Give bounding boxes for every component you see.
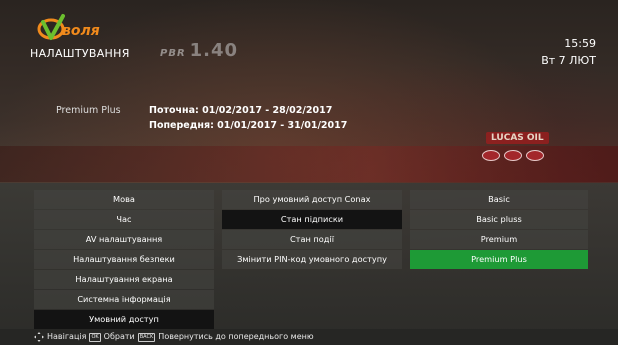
submenu-item-subscription-status[interactable]: Стан підписки	[222, 210, 402, 229]
package-list: Basic Basic pluss Premium Premium Plus	[410, 190, 588, 270]
settings-screen: LUCAS OIL воля НАЛАШТУВАННЯ PBR 1.40 15:5…	[0, 0, 618, 345]
footer-select-label: Обрати	[103, 332, 135, 341]
background-sponsor-banner: LUCAS OIL	[486, 132, 549, 144]
clock-time: 15:59	[564, 37, 596, 50]
menu-item-screen-settings[interactable]: Налаштування екрана	[34, 270, 214, 289]
current-period: Поточна: 01/02/2017 - 28/02/2017	[149, 105, 333, 116]
footer-back-label: Повернутись до попереднього меню	[158, 332, 314, 341]
main-menu: Мова Час AV налаштування Налаштування бе…	[34, 190, 214, 330]
menu-item-security[interactable]: Налаштування безпеки	[34, 250, 214, 269]
footer-hint-bar: Навігація OK Обрати BACK Повернутись до …	[0, 329, 618, 345]
page-title: НАЛАШТУВАННЯ	[30, 47, 130, 60]
submenu-item-event-status[interactable]: Стан події	[222, 230, 402, 249]
submenu-item-about-conax[interactable]: Про умовний доступ Conax	[222, 190, 402, 209]
background-score: PBR 1.40	[160, 40, 239, 61]
previous-period: Попередня: 01/01/2017 - 31/01/2017	[149, 120, 348, 131]
package-item-basic[interactable]: Basic	[410, 190, 588, 209]
ok-key-icon: OK	[89, 332, 101, 342]
menu-item-av-settings[interactable]: AV налаштування	[34, 230, 214, 249]
menu-item-time[interactable]: Час	[34, 210, 214, 229]
submenu-item-change-pin[interactable]: Змінити PIN-код умовного доступу	[222, 250, 402, 269]
menu-item-conditional-access[interactable]: Умовний доступ	[34, 310, 214, 329]
menu-item-system-info[interactable]: Системна інформація	[34, 290, 214, 309]
volya-logo: воля	[37, 14, 100, 40]
package-item-basic-pluss[interactable]: Basic pluss	[410, 210, 588, 229]
package-item-premium-plus[interactable]: Premium Plus	[410, 250, 588, 269]
back-key-icon: BACK	[137, 332, 156, 342]
clock-date: Вт 7 ЛЮТ	[541, 54, 596, 67]
package-name: Premium Plus	[56, 105, 121, 116]
background-ovals	[482, 150, 544, 161]
footer-navigate-label: Навігація	[47, 332, 87, 341]
sub-menu: Про умовний доступ Conax Стан підписки С…	[222, 190, 402, 270]
navigation-arrows-icon	[34, 332, 44, 342]
menu-item-language[interactable]: Мова	[34, 190, 214, 209]
logo-text: воля	[62, 23, 100, 39]
package-item-premium[interactable]: Premium	[410, 230, 588, 249]
